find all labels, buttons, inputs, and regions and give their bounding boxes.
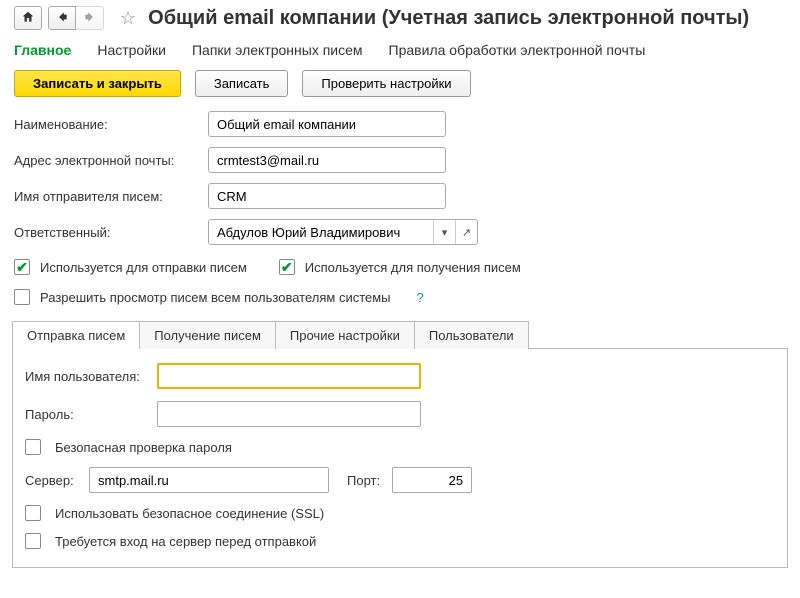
responsible-field: ▾ ↗ [208,219,478,245]
allow-all-check[interactable] [14,289,30,305]
server-input[interactable] [89,467,329,493]
connection-tabs: Отправка писем Получение писем Прочие на… [12,321,788,349]
arrow-right-icon [83,10,97,27]
safe-password-label: Безопасная проверка пароля [55,440,232,455]
subtab-receive[interactable]: Получение писем [139,321,276,349]
responsible-input[interactable] [209,220,433,244]
send-settings-panel: Имя пользователя: Пароль: Безопасная про… [12,348,788,568]
use-for-send-label: Используется для отправки писем [40,260,247,275]
home-button[interactable] [14,6,42,30]
port-input[interactable] [392,467,472,493]
arrow-left-icon [55,10,69,27]
ssl-label: Использовать безопасное соединение (SSL) [55,506,324,521]
help-icon[interactable]: ? [417,290,424,305]
tab-folders[interactable]: Папки электронных писем [192,42,363,58]
tab-rules[interactable]: Правила обработки электронной почты [389,42,646,58]
responsible-open-button[interactable]: ↗ [455,220,477,244]
responsible-label: Ответственный: [14,225,208,240]
login-before-send-check[interactable] [25,533,41,549]
name-label: Наименование: [14,117,208,132]
use-for-receive-label: Используется для получения писем [305,260,521,275]
email-label: Адрес электронной почты: [14,153,208,168]
subtab-users[interactable]: Пользователи [414,321,529,349]
server-label: Сервер: [25,473,85,488]
chevron-down-icon: ▾ [442,226,448,239]
back-button[interactable] [48,6,76,30]
verify-settings-button[interactable]: Проверить настройки [302,70,470,97]
username-label: Имя пользователя: [25,369,153,384]
responsible-dropdown-button[interactable]: ▾ [433,220,455,244]
forward-button[interactable] [76,6,104,30]
check-icon: ✔ [14,259,30,275]
open-ref-icon: ↗ [462,226,471,239]
ssl-check[interactable] [25,505,41,521]
main-form: Наименование: Адрес электронной почты: И… [0,111,800,245]
subtab-send[interactable]: Отправка писем [12,321,140,349]
page-title: Общий email компании (Учетная запись эле… [148,7,749,30]
section-tabs: Главное Настройки Папки электронных писе… [0,32,800,70]
favorite-icon[interactable]: ☆ [120,8,136,29]
email-input[interactable] [208,147,446,173]
login-before-send-label: Требуется вход на сервер перед отправкой [55,534,316,549]
use-for-receive-check[interactable]: ✔ Используется для получения писем [279,259,521,275]
usage-checks: ✔ Используется для отправки писем ✔ Испо… [0,255,800,285]
nav-history-group [48,6,104,30]
check-icon: ✔ [279,259,295,275]
tab-main[interactable]: Главное [14,42,71,58]
allow-all-row: Разрешить просмотр писем всем пользовате… [0,285,800,321]
action-bar: Записать и закрыть Записать Проверить на… [0,70,800,111]
username-input[interactable] [157,363,421,389]
name-input[interactable] [208,111,446,137]
tab-settings[interactable]: Настройки [97,42,166,58]
safe-password-check[interactable] [25,439,41,455]
use-for-send-check[interactable]: ✔ Используется для отправки писем [14,259,247,275]
sender-input[interactable] [208,183,446,209]
sender-label: Имя отправителя писем: [14,189,208,204]
window-toolbar: ☆ Общий email компании (Учетная запись э… [0,0,800,32]
password-label: Пароль: [25,407,153,422]
port-label: Порт: [347,473,380,488]
save-button[interactable]: Записать [195,70,289,97]
password-input[interactable] [157,401,421,427]
save-and-close-button[interactable]: Записать и закрыть [14,70,181,97]
home-icon [21,10,35,27]
subtab-other[interactable]: Прочие настройки [275,321,415,349]
allow-all-label: Разрешить просмотр писем всем пользовате… [40,290,391,305]
